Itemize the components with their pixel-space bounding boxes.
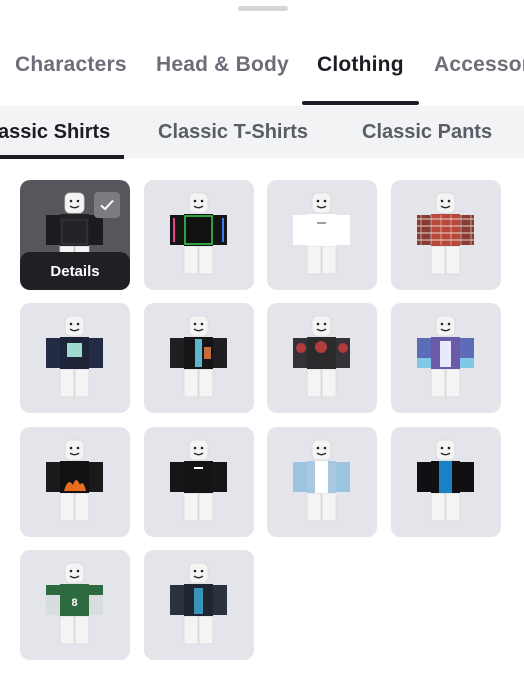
clothing-item-tile[interactable] [267, 427, 377, 537]
tab-accessories[interactable]: Accessories [434, 53, 524, 77]
clothing-item-tile[interactable] [391, 180, 501, 290]
avatar-preview [417, 192, 474, 275]
avatar-preview [293, 315, 350, 398]
clothing-item-tile[interactable] [267, 303, 377, 413]
svg-text:8: 8 [71, 597, 77, 609]
clothing-item-tile[interactable] [391, 303, 501, 413]
main-category-tabs: Characters Head & Body Clothing Accessor… [0, 36, 524, 106]
drag-handle[interactable] [238, 6, 288, 11]
clothing-item-tile[interactable] [20, 427, 130, 537]
subtab-classic-t-shirts[interactable]: Classic T-Shirts [158, 121, 308, 144]
avatar-preview [170, 315, 227, 398]
clothing-item-tile[interactable] [144, 180, 254, 290]
avatar-preview [417, 439, 474, 522]
clothing-item-tile[interactable]: Details [20, 180, 130, 290]
details-button[interactable]: Details [20, 252, 130, 290]
clothing-item-tile[interactable] [144, 550, 254, 660]
avatar-preview [170, 192, 227, 275]
clothing-item-tile[interactable] [144, 303, 254, 413]
checkmark-icon [94, 192, 120, 218]
clothing-item-tile[interactable]: 8 [20, 550, 130, 660]
clothing-item-tile[interactable] [267, 180, 377, 290]
sub-category-tabs: Classic Shirts Classic T-Shirts Classic … [0, 106, 524, 158]
tab-clothing[interactable]: Clothing [317, 53, 404, 77]
avatar-preview [293, 192, 350, 275]
avatar-preview [293, 439, 350, 522]
avatar-preview [170, 439, 227, 522]
clothing-item-tile[interactable] [391, 427, 501, 537]
tab-characters[interactable]: Characters [15, 53, 127, 77]
avatar-preview [46, 439, 103, 522]
clothing-item-tile[interactable] [20, 303, 130, 413]
clothing-item-tile[interactable] [144, 427, 254, 537]
active-tab-indicator [302, 101, 419, 105]
avatar-preview [170, 562, 227, 645]
avatar-preview: 8 [46, 562, 103, 645]
subtab-classic-pants[interactable]: Classic Pants [362, 121, 492, 144]
tab-head-and-body[interactable]: Head & Body [156, 53, 289, 77]
avatar-preview [417, 315, 474, 398]
subtab-classic-shirts[interactable]: Classic Shirts [0, 121, 110, 144]
avatar-preview [46, 315, 103, 398]
active-subtab-indicator [0, 155, 124, 159]
